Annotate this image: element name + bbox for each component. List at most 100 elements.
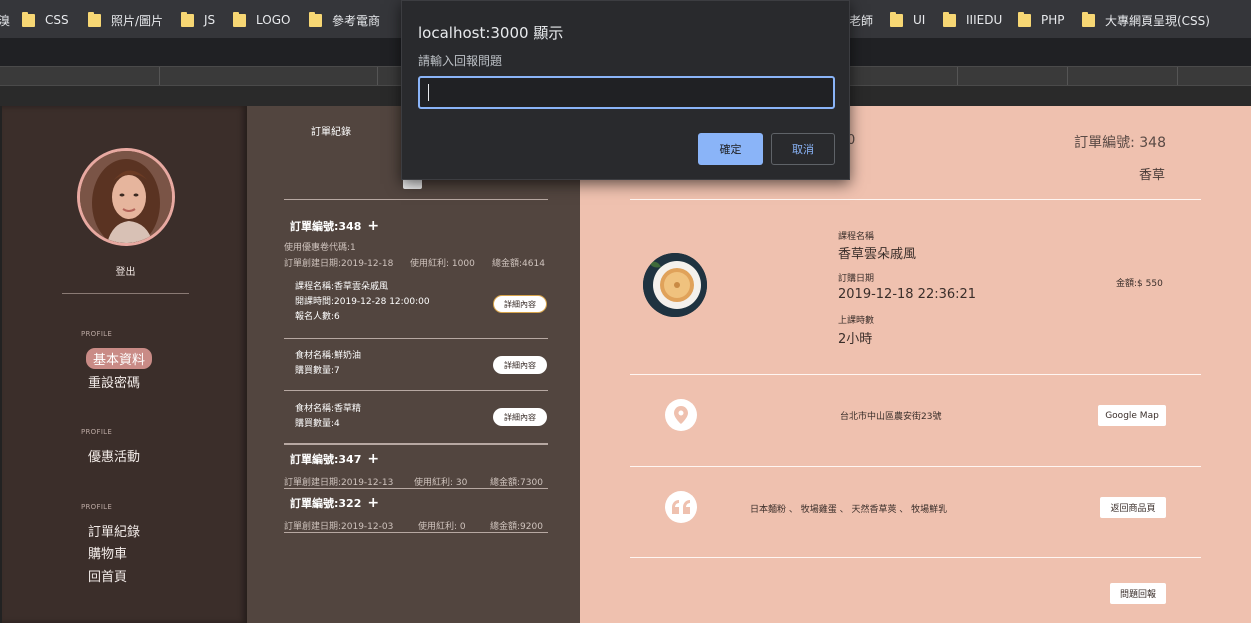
- profile-sidebar: 登出 PROFILE 基本資料 重設密碼 PROFILE 優惠活動 PROFIL…: [0, 106, 247, 623]
- order-date-value: 2019-12-18 22:36:21: [838, 287, 977, 302]
- divider: [284, 532, 548, 533]
- folder-icon: [890, 11, 903, 27]
- address: 台北市中山區農安街23號: [840, 412, 942, 422]
- strip-segment: [1068, 67, 1178, 85]
- folder-icon: [309, 11, 322, 27]
- price: 金額:$ 550: [1116, 279, 1163, 289]
- item-line: 購買數量:7: [295, 366, 340, 376]
- order-coupon: 使用優惠卷代碼:1: [284, 243, 356, 253]
- divider: [630, 199, 1201, 200]
- bookmark-teacher[interactable]: 老師: [849, 11, 873, 29]
- strip-segment: [160, 67, 378, 85]
- folder-icon: [1018, 11, 1031, 27]
- order-date-label: 訂購日期: [838, 274, 875, 284]
- order-date: 訂單創建日期:2019-12-03: [284, 522, 394, 532]
- logout-link[interactable]: 登出: [2, 263, 249, 278]
- quote-icon: [665, 491, 697, 523]
- order-bonus: 使用紅利: 30: [414, 478, 468, 488]
- bookmark-college-css[interactable]: 大專網頁呈現(CSS): [1082, 11, 1210, 29]
- order-bonus: 使用紅利: 0: [418, 522, 466, 532]
- section-label-profile: PROFILE: [81, 330, 113, 338]
- order-header-322[interactable]: 訂單編號:322 +: [290, 495, 379, 511]
- sidebar-item-home[interactable]: 回首頁: [88, 566, 127, 585]
- divider: [284, 199, 548, 200]
- course-label: 課程名稱: [838, 232, 875, 242]
- cake-photo: [643, 253, 707, 317]
- order-item-ingredient: 食材名稱:香草精 購買數量:4: [295, 402, 361, 432]
- order-item-ingredient: 食材名稱:鮮奶油 購買數量:7: [295, 349, 361, 379]
- report-issue-button[interactable]: 問題回報: [1110, 583, 1166, 604]
- folder-icon: [1082, 11, 1095, 27]
- bookmark-photos[interactable]: 照片/圖片: [88, 11, 163, 29]
- divider: [284, 488, 548, 489]
- item-line: 開課時間:2019-12-28 12:00:00: [295, 297, 430, 307]
- section-label-promotions: PROFILE: [81, 428, 113, 436]
- detail-button[interactable]: 詳細內容: [493, 408, 547, 426]
- order-number: 訂單編號:348: [290, 220, 362, 233]
- bookmark-ecommerce[interactable]: 參考電商: [309, 11, 380, 29]
- cancel-button[interactable]: 取消: [771, 133, 835, 165]
- expand-plus-icon[interactable]: +: [367, 219, 379, 233]
- divider: [284, 338, 548, 339]
- sidebar-item-reset-password[interactable]: 重設密碼: [88, 372, 140, 391]
- expand-plus-icon[interactable]: +: [367, 452, 379, 466]
- order-header-347[interactable]: 訂單編號:347 +: [290, 451, 379, 467]
- order-date: 訂單創建日期:2019-12-18: [284, 259, 394, 269]
- item-line: 報名人數:6: [295, 312, 340, 322]
- bookmark-logo[interactable]: LOGO: [233, 11, 290, 29]
- ingredients: 日本麵粉 、 牧場雞蛋 、 天然香草莢 、 牧場鮮乳: [750, 505, 948, 515]
- text-caret: [428, 84, 429, 101]
- bookmark-php[interactable]: PHP: [1018, 11, 1065, 29]
- expand-plus-icon[interactable]: +: [367, 496, 379, 510]
- orders-title: 訂單紀錄: [311, 127, 351, 138]
- item-line: 購買數量:4: [295, 419, 340, 429]
- item-line: 食材名稱:香草精: [295, 404, 362, 414]
- orders-panel: 訂單紀錄 訂單編號:348 + 使用優惠卷代碼:1 訂單創建日期:2019-12…: [247, 106, 580, 623]
- sidebar-item-orders[interactable]: 訂單紀錄: [88, 521, 140, 540]
- location-pin-icon: [665, 399, 697, 431]
- divider: [284, 443, 548, 445]
- bookmark-css[interactable]: CSS: [22, 11, 69, 29]
- order-total: 總金額:4614: [492, 259, 545, 269]
- order-bonus: 使用紅利: 1000: [410, 259, 475, 269]
- folder-icon: [22, 11, 35, 27]
- order-item-course: 課程名稱:香草雲朵戚風 開課時間:2019-12-28 12:00:00 報名人…: [295, 280, 430, 325]
- sidebar-item-basic-info[interactable]: 基本資料: [86, 348, 153, 369]
- bookmark-js[interactable]: JS: [181, 11, 215, 29]
- strip-segment: [0, 67, 160, 85]
- order-header-348[interactable]: 訂單編號:348 +: [290, 218, 379, 234]
- back-to-product-button[interactable]: 返回商品頁: [1100, 497, 1166, 518]
- prompt-dialog: localhost:3000 顯示 請輸入回報問題 確定 取消: [401, 0, 850, 180]
- divider: [630, 557, 1201, 558]
- bookmark-partial[interactable]: 溴: [0, 11, 10, 29]
- folder-icon: [233, 11, 246, 27]
- sidebar-item-cart[interactable]: 購物車: [88, 543, 127, 562]
- dialog-title: localhost:3000 顯示: [418, 24, 564, 42]
- bookmark-iiiedu[interactable]: IIIEDU: [943, 11, 1002, 29]
- divider: [630, 374, 1201, 375]
- report-input[interactable]: [418, 76, 835, 109]
- hours-label: 上課時數: [838, 316, 875, 326]
- item-line: 食材名稱:鮮奶油: [295, 351, 362, 361]
- hours-value: 2小時: [838, 332, 873, 347]
- order-total: 總金額:9200: [490, 522, 543, 532]
- sidebar-item-promotions[interactable]: 優惠活動: [88, 446, 140, 465]
- bookmark-ui[interactable]: UI: [890, 11, 925, 29]
- sidebar-divider: [62, 293, 189, 294]
- strip-segment: [958, 67, 1068, 85]
- order-date: 訂單創建日期:2019-12-13: [284, 478, 394, 488]
- order-number: 訂單編號:347: [290, 453, 362, 466]
- detail-button[interactable]: 詳細內容: [493, 295, 547, 313]
- section-label-orders: PROFILE: [81, 503, 113, 511]
- ok-button[interactable]: 確定: [698, 133, 763, 165]
- google-map-button[interactable]: Google Map: [1098, 405, 1166, 426]
- detail-button[interactable]: 詳細內容: [493, 356, 547, 374]
- folder-icon: [88, 11, 101, 27]
- dialog-message: 請輸入回報問題: [418, 54, 503, 68]
- item-line: 課程名稱:香草雲朵戚風: [295, 282, 389, 292]
- order-total: 總金額:7300: [490, 478, 543, 488]
- order-number: 訂單編號:322: [290, 497, 362, 510]
- divider: [284, 390, 548, 391]
- avatar: [77, 148, 175, 246]
- divider: [630, 466, 1201, 467]
